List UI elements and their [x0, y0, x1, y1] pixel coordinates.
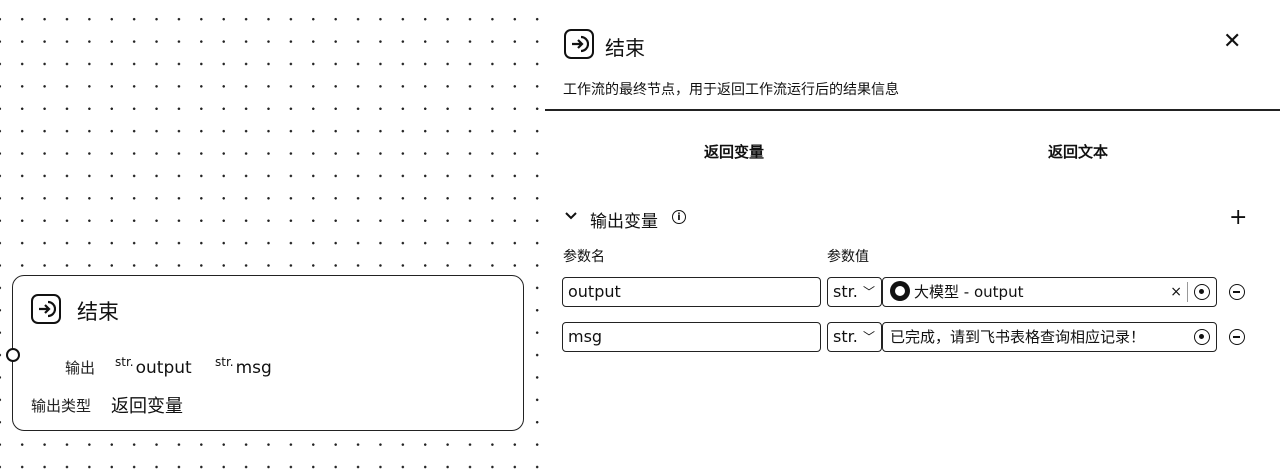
chevron-down-icon: ﹀	[862, 285, 875, 299]
end-node-card[interactable]: 结束 输出 str. output str. msg 输出类型 返回变量	[6, 275, 524, 431]
output-name: msg	[235, 358, 272, 378]
param-name-input[interactable]: output	[562, 277, 821, 307]
output-name: output	[135, 358, 192, 378]
column-header-value: 参数值	[827, 249, 869, 265]
column-header-name: 参数名	[563, 249, 605, 265]
output-tag-output: str. output	[115, 355, 192, 378]
reference-picker-icon[interactable]	[1194, 329, 1210, 345]
remove-row-button[interactable]	[1229, 329, 1245, 345]
node-config-panel: 结束 ✕ 工作流的最终节点，用于返回工作流运行后的结果信息 返回变量 返回文本 …	[545, 0, 1280, 470]
input-port-handle[interactable]	[6, 348, 20, 362]
type-select-value: str.	[833, 327, 858, 346]
type-select[interactable]: str. ﹀	[827, 322, 882, 352]
close-icon[interactable]: ✕	[1223, 30, 1241, 54]
param-value-text: 已完成，请到飞书表格查询相应记录！	[890, 328, 1146, 346]
param-value-input[interactable]: 已完成，请到飞书表格查询相应记录！	[882, 322, 1217, 352]
reference-picker-icon[interactable]	[1194, 284, 1210, 300]
tab-return-variable[interactable]: 返回变量	[704, 141, 764, 162]
reference-source: 大模型	[914, 283, 960, 301]
reference-field: - output	[963, 283, 1024, 301]
panel-description: 工作流的最终节点，用于返回工作流运行后的结果信息	[563, 82, 899, 98]
type-badge: str.	[215, 355, 234, 369]
panel-title: 结束	[605, 36, 645, 60]
add-variable-button[interactable]: +	[1229, 206, 1247, 230]
output-type-label: 输出类型	[31, 397, 92, 415]
output-label: 输出	[65, 359, 96, 377]
chevron-down-icon: ﹀	[862, 330, 875, 344]
output-tag-msg: str. msg	[215, 355, 272, 378]
param-name-input[interactable]: msg	[562, 322, 821, 352]
llm-node-icon	[890, 281, 910, 301]
output-type-value: 返回变量	[111, 396, 183, 417]
type-badge: str.	[115, 355, 134, 369]
remove-row-button[interactable]	[1229, 284, 1245, 300]
chevron-down-icon[interactable]	[565, 207, 577, 225]
end-node-icon	[31, 294, 61, 324]
type-select[interactable]: str. ﹀	[827, 277, 882, 307]
param-value-reference[interactable]: 大模型 - output ×	[882, 277, 1217, 307]
info-icon[interactable]: i	[672, 210, 686, 224]
header-divider	[545, 109, 1280, 111]
section-title: 输出变量	[590, 212, 658, 232]
clear-icon[interactable]: ×	[1170, 278, 1182, 306]
node-title: 结束	[77, 300, 119, 324]
end-node-icon	[564, 29, 594, 59]
type-select-value: str.	[833, 282, 858, 301]
separator	[1187, 282, 1188, 302]
tab-return-text[interactable]: 返回文本	[1048, 141, 1108, 162]
